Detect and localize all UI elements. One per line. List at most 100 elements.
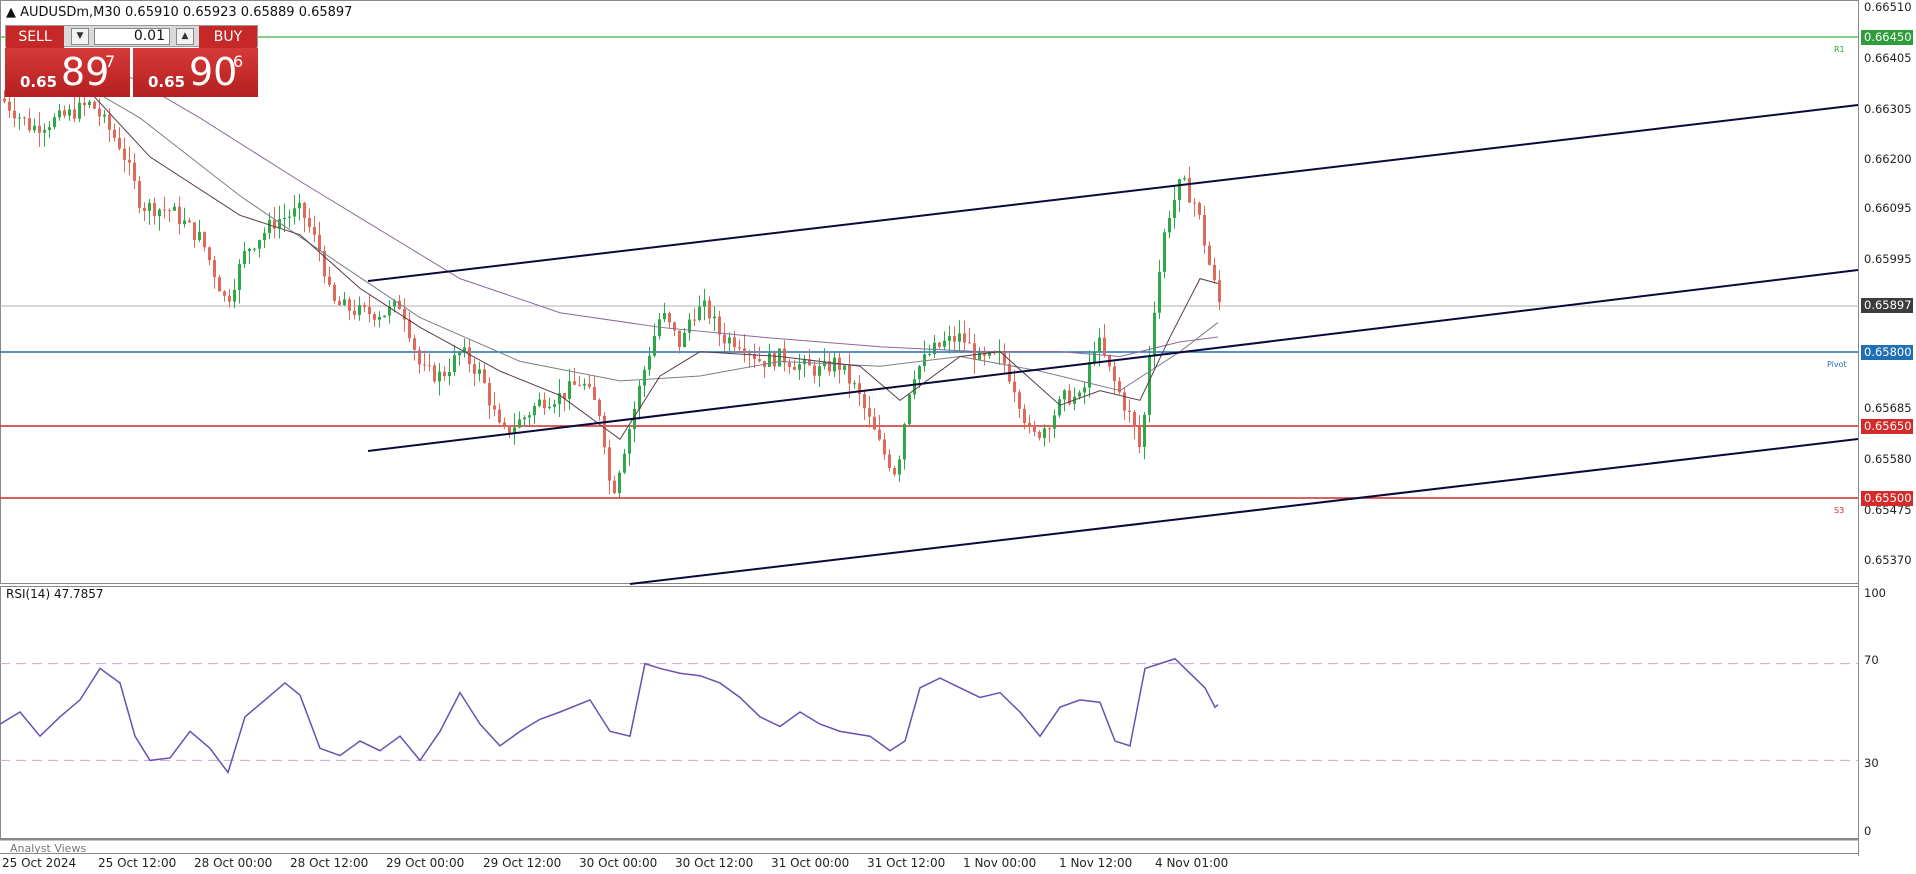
candle-body [133,162,136,181]
candle-body [738,347,741,349]
time-axis-label: 29 Oct 12:00 [483,856,562,870]
candle-body [863,394,866,409]
candle-body [308,218,311,228]
candle-body [48,127,51,130]
time-axis-label: 28 Oct 00:00 [194,856,273,870]
candle-body [1013,381,1016,393]
price-axis-label: 0.66405 [1864,51,1912,65]
candle-body [1133,411,1136,427]
candle-body [933,342,936,355]
candle-body [1143,414,1146,447]
candle-body [163,209,166,211]
candle-body [1208,245,1211,265]
candle-body [428,365,431,367]
candle-body [203,232,206,248]
candle-body [683,332,686,348]
candle-body [73,109,76,119]
candle-body [698,306,701,320]
candle-body [1003,351,1006,364]
candle-body [743,348,746,354]
candle-body [58,110,61,118]
candle-body [363,305,366,308]
candle-body [783,348,786,363]
candle-body [293,208,296,217]
candle-body [213,260,216,278]
candle-body [348,299,351,311]
channel-lower-line [629,438,1859,585]
candle-body [198,232,201,240]
candle-body [3,98,6,102]
candle-body [13,110,16,119]
candle-body [798,364,801,370]
sell-button[interactable]: SELL [6,26,64,48]
buy-button[interactable]: BUY [199,26,257,48]
sell-price-pips: 89 [61,50,110,94]
candle-body [1218,280,1221,303]
channel-middle-line [367,269,1859,452]
candle-body [583,383,586,386]
candle-body [18,117,21,119]
candle-body [948,336,951,341]
candle-body [898,459,901,475]
buy-price-button[interactable]: 0.65 90 6 [133,48,258,97]
candle-body [573,381,576,385]
candle-body [8,101,11,111]
candle-body [1193,202,1196,204]
candle-body [478,369,481,374]
candle-body [118,137,121,149]
candle-body [328,276,331,285]
candle-body [503,422,506,426]
candle-body [173,206,176,211]
rsi-line [0,657,1219,775]
candle-body [238,264,241,290]
candle-body [1158,271,1161,313]
rsi-pane-frame [0,586,1859,839]
candle-body [963,333,966,343]
candle-body [313,227,316,235]
candle-body [853,383,856,385]
time-axis-label: 28 Oct 12:00 [290,856,369,870]
candle-body [493,405,496,410]
moving-average-line [39,59,1219,392]
symbol-quote: AUDUSDm,M30 0.65910 0.65923 0.65889 0.65… [20,5,353,20]
candle-body [193,222,196,240]
one-click-trading-panel: SELL ▼ 0.01 ▲ BUY 0.65 89 7 0.65 90 6 [5,25,258,97]
candle-body [703,300,706,307]
candle-body [678,330,681,348]
candle-body [153,202,156,217]
analyst-views-tab[interactable]: Analyst Views [10,842,86,855]
lot-decrease-icon[interactable]: ▼ [71,28,89,45]
candle-body [143,207,146,211]
candle-body [788,362,791,367]
candle-body [578,384,581,386]
time-axis-label: 31 Oct 00:00 [771,856,850,870]
rsi-axis-label: 70 [1864,653,1879,667]
trade-panel-toolbar: SELL ▼ 0.01 ▲ BUY [5,25,258,48]
candle-body [498,409,501,423]
candle-body [593,386,596,400]
main-chart-frame [0,0,1859,584]
buy-price-fraction: 6 [233,52,244,71]
candle-body [1148,356,1151,415]
time-axis-label: 30 Oct 00:00 [579,856,658,870]
candle-body [1023,408,1026,424]
lot-increase-icon[interactable]: ▲ [176,28,194,45]
price-axis-label: 0.66095 [1864,201,1912,215]
buy-price-pips: 90 [189,50,238,94]
chart-canvas[interactable] [0,0,1916,874]
candle-body [68,109,71,116]
candle-body [953,336,956,342]
candle-body [533,405,536,416]
candle-body [518,419,521,428]
sell-price-prefix: 0.65 [20,73,58,91]
candle-body [1078,392,1081,397]
price-axis-label: 0.65580 [1864,452,1912,466]
price-axis-label: 0.66200 [1864,152,1912,166]
candle-body [78,102,81,119]
candle-body [448,372,451,377]
time-axis-label: 1 Nov 00:00 [963,856,1037,870]
candle-body [1128,410,1131,412]
sell-price-button[interactable]: 0.65 89 7 [5,48,130,97]
candle-body [88,101,91,106]
lot-size-input[interactable]: 0.01 [94,28,170,45]
